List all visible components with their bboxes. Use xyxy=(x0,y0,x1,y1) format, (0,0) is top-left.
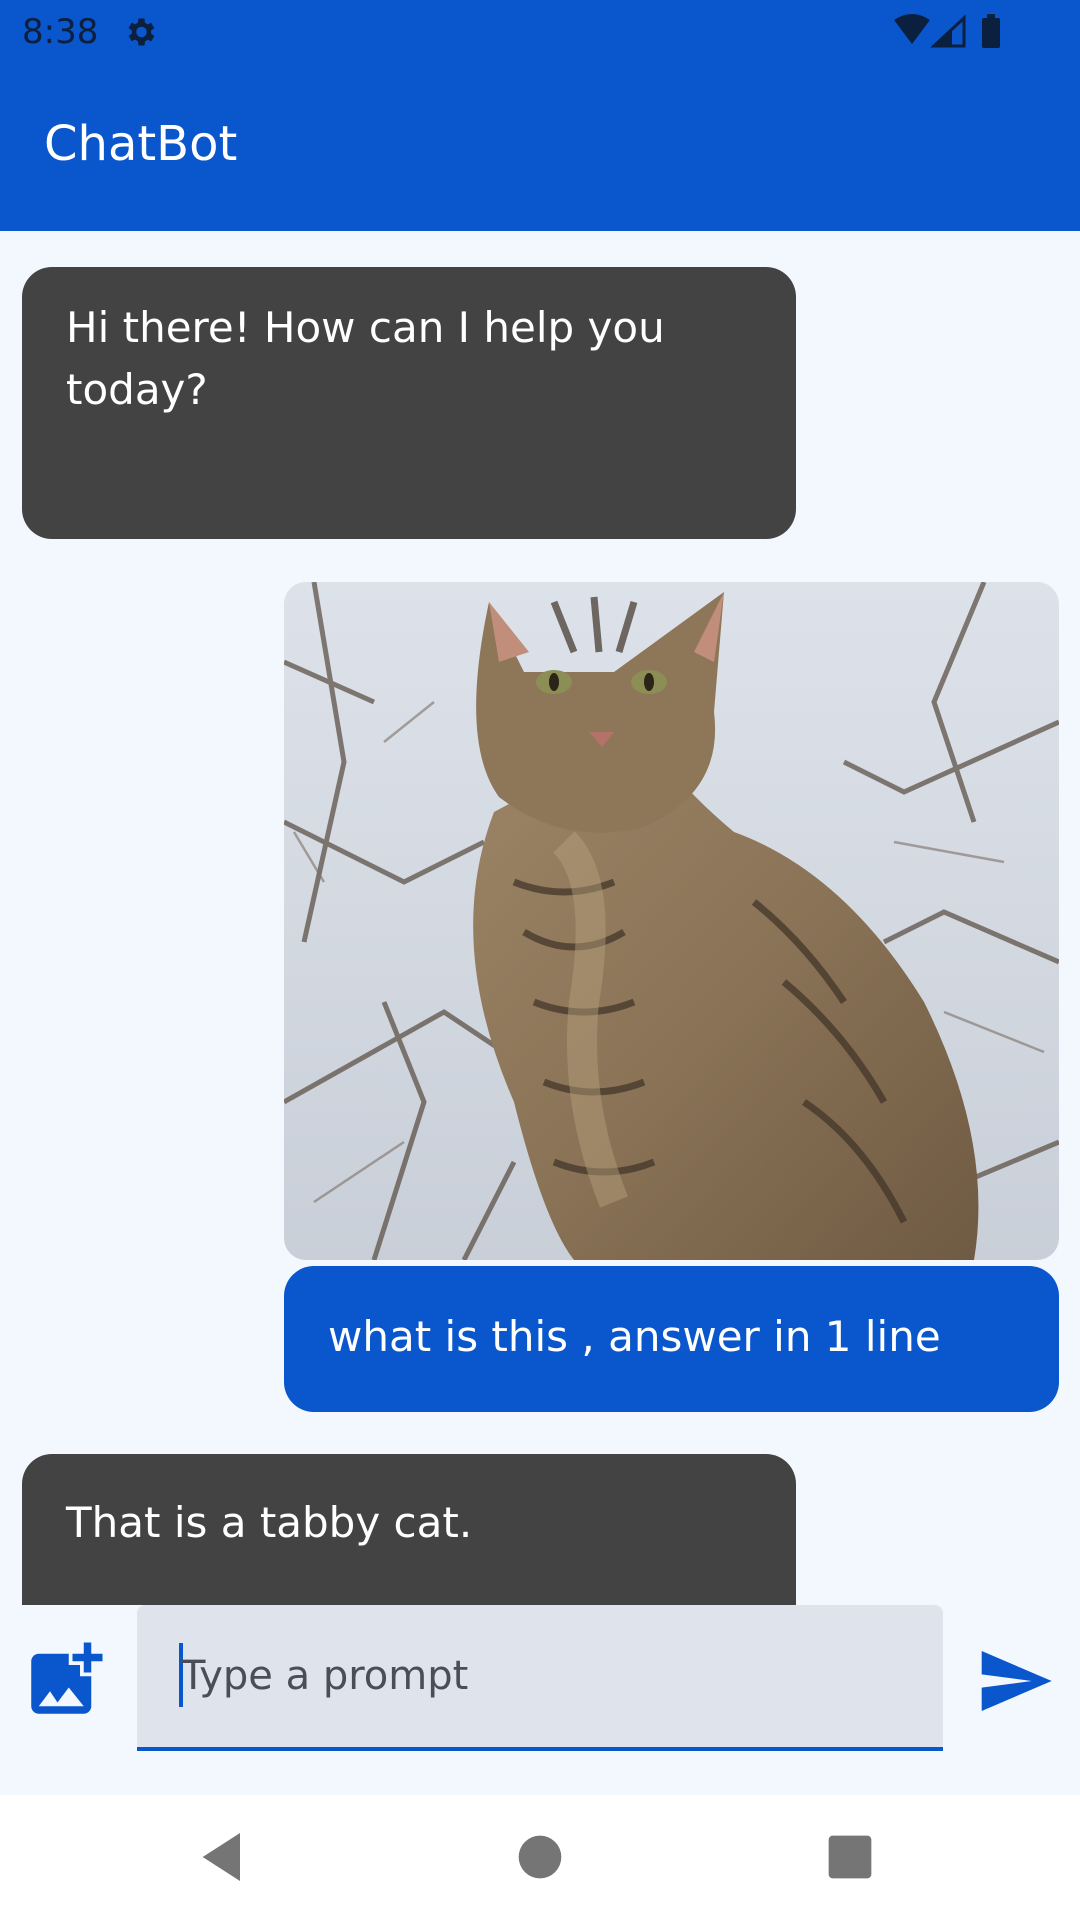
status-icons xyxy=(894,14,1000,48)
user-image-attachment xyxy=(284,582,1059,1260)
add-photo-icon[interactable] xyxy=(20,1635,110,1725)
user-message: what is this , answer in 1 line xyxy=(284,1266,1059,1412)
send-icon[interactable] xyxy=(970,1641,1060,1721)
app-bar: ChatBot xyxy=(0,64,1080,231)
app-title: ChatBot xyxy=(44,116,238,172)
bot-message: That is a tabby cat. xyxy=(22,1454,796,1605)
cat-photo xyxy=(284,582,1059,1260)
recents-icon[interactable] xyxy=(818,1825,882,1889)
gear-icon xyxy=(128,18,155,46)
chat-list[interactable]: Hi there! How can I help you today? what… xyxy=(0,231,1080,1605)
home-icon[interactable] xyxy=(508,1825,572,1889)
prompt-input[interactable] xyxy=(179,1645,903,1707)
back-icon[interactable] xyxy=(192,1825,256,1889)
battery-icon xyxy=(982,18,1000,48)
wifi-icon xyxy=(894,14,930,44)
status-time: 8:38 xyxy=(22,12,99,52)
prompt-field[interactable] xyxy=(137,1605,943,1751)
composer xyxy=(0,1605,1080,1795)
navigation-bar xyxy=(0,1795,1080,1920)
bot-message: Hi there! How can I help you today? xyxy=(22,267,796,539)
status-bar: 8:38 xyxy=(0,0,1080,64)
